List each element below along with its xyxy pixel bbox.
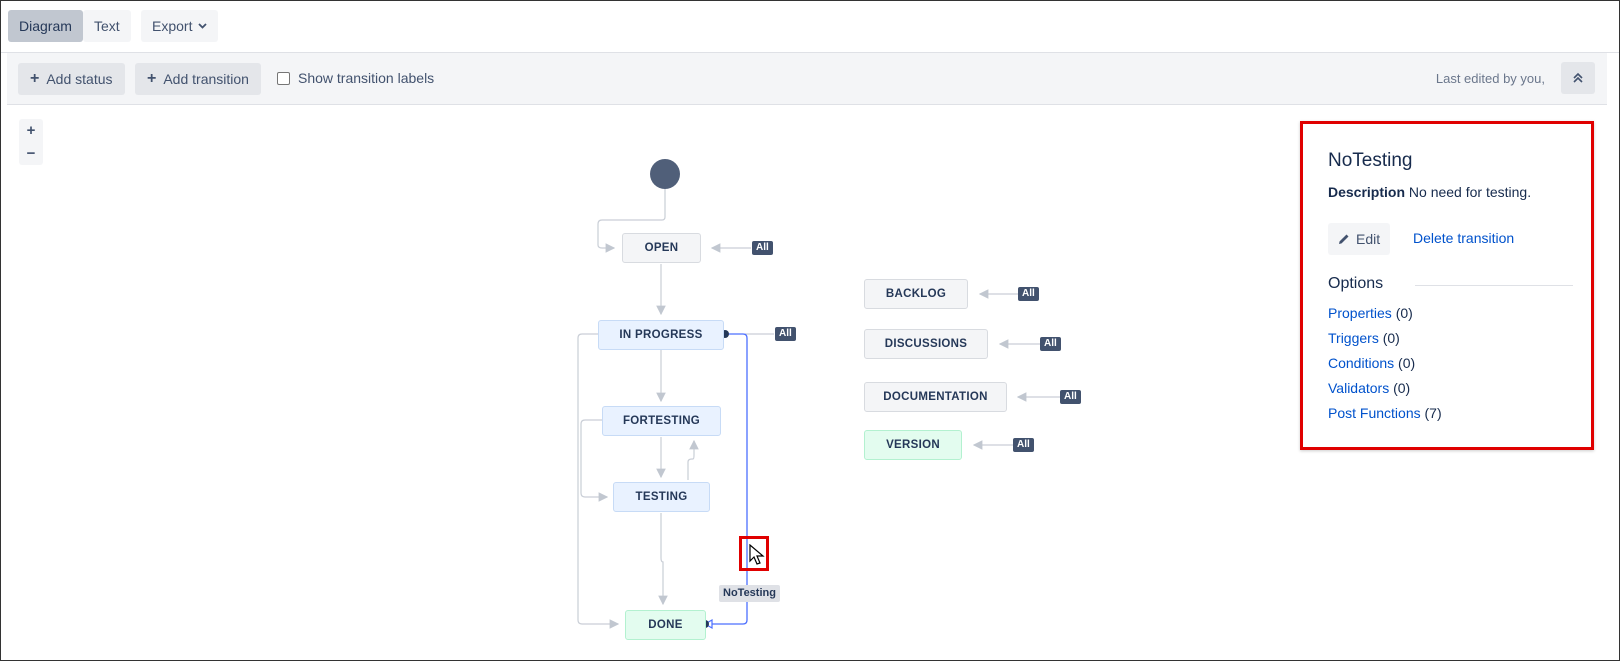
- delete-transition-link[interactable]: Delete transition: [1413, 230, 1514, 246]
- post-functions-count: (7): [1424, 405, 1442, 421]
- status-documentation[interactable]: DOCUMENTATION: [864, 382, 1007, 412]
- status-backlog[interactable]: BACKLOG: [864, 279, 968, 309]
- panel-title: NoTesting: [1328, 150, 1413, 171]
- edit-label: Edit: [1356, 231, 1381, 247]
- option-post-functions: Post Functions (7): [1328, 405, 1442, 430]
- conditions-count: (0): [1398, 355, 1416, 371]
- status-done[interactable]: DONE: [625, 610, 706, 640]
- triggers-count: (0): [1382, 330, 1400, 346]
- options-divider: [1415, 285, 1573, 286]
- option-conditions: Conditions (0): [1328, 355, 1442, 380]
- validators-count: (0): [1393, 380, 1411, 396]
- status-in-progress[interactable]: IN PROGRESS: [598, 320, 724, 350]
- all-transition-badge[interactable]: All: [1018, 287, 1039, 301]
- properties-count: (0): [1395, 305, 1413, 321]
- status-version[interactable]: VERSION: [864, 430, 962, 460]
- transition-description: Description No need for testing.: [1328, 184, 1531, 200]
- description-label: Description: [1328, 184, 1406, 200]
- all-transition-badge[interactable]: All: [775, 327, 796, 341]
- all-transition-badge[interactable]: All: [1040, 337, 1061, 351]
- status-fortesting[interactable]: FORTESTING: [602, 406, 721, 436]
- all-transition-badge[interactable]: All: [1060, 390, 1081, 404]
- properties-link[interactable]: Properties: [1328, 305, 1392, 321]
- description-value: No need for testing.: [1408, 184, 1532, 200]
- options-heading: Options: [1328, 275, 1384, 292]
- transition-details-panel: NoTesting Description No need for testin…: [1300, 121, 1594, 450]
- options-list: Properties (0) Triggers (0) Conditions (…: [1328, 305, 1442, 430]
- start-node: [650, 159, 680, 189]
- conditions-link[interactable]: Conditions: [1328, 355, 1394, 371]
- status-open[interactable]: OPEN: [622, 233, 701, 263]
- validators-link[interactable]: Validators: [1328, 380, 1389, 396]
- mouse-pointer-icon: [749, 544, 765, 565]
- transition-label-notesting[interactable]: NoTesting: [719, 585, 780, 602]
- option-properties: Properties (0): [1328, 305, 1442, 330]
- option-validators: Validators (0): [1328, 380, 1442, 405]
- status-discussions[interactable]: DISCUSSIONS: [864, 329, 988, 359]
- cursor-highlight: [739, 536, 769, 571]
- edit-button[interactable]: Edit: [1328, 223, 1391, 255]
- option-triggers: Triggers (0): [1328, 330, 1442, 355]
- pencil-icon: [1339, 234, 1349, 244]
- status-testing[interactable]: TESTING: [613, 482, 710, 512]
- all-transition-badge[interactable]: All: [752, 241, 773, 255]
- triggers-link[interactable]: Triggers: [1328, 330, 1379, 346]
- post-functions-link[interactable]: Post Functions: [1328, 405, 1421, 421]
- all-transition-badge[interactable]: All: [1013, 438, 1034, 452]
